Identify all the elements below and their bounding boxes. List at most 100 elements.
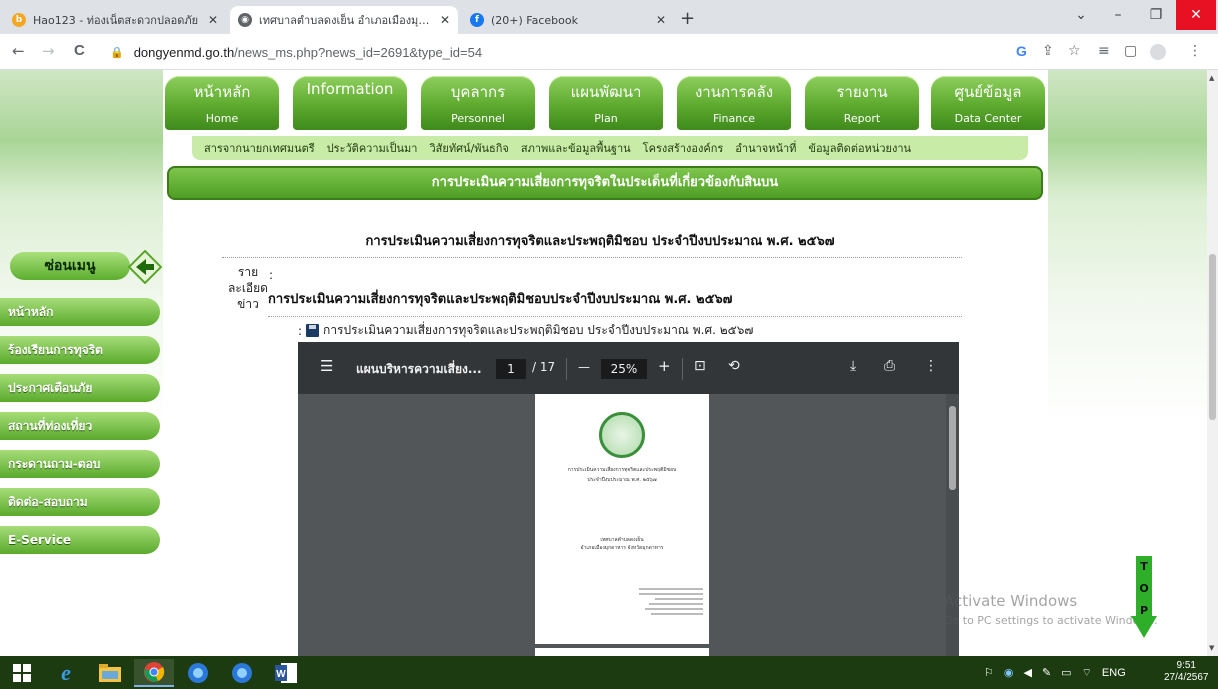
nav-personnel[interactable]: บุคลากร Personnel — [421, 76, 535, 130]
browser-app-icon[interactable] — [178, 659, 218, 687]
subnav-mayor-message[interactable]: สารจากนายกเทศมนตรี — [204, 139, 315, 157]
site-favicon-icon: ◉ — [238, 13, 252, 27]
nav-sublabel: Home — [205, 112, 239, 125]
new-tab-button[interactable]: + — [680, 8, 695, 29]
left-menu-contact[interactable]: ติดต่อ-สอบถาม — [0, 488, 160, 516]
left-menu-qa-board[interactable]: กระดานถาม-ตอบ — [0, 450, 160, 478]
scroll-down-icon[interactable]: ▼ — [1209, 644, 1214, 652]
share-icon[interactable]: ⇪ — [1042, 43, 1054, 59]
subnav-history[interactable]: ประวัติความเป็นมา — [327, 139, 418, 157]
watermark-line-1: Activate Windows — [944, 592, 1078, 610]
google-icon[interactable]: G — [1016, 43, 1027, 59]
attachment-colon: : — [298, 323, 303, 338]
language-indicator[interactable]: ENG — [1102, 667, 1126, 679]
subnav-basic-info[interactable]: สภาพและข้อมูลพื้นฐาน — [521, 139, 631, 157]
windows-start-icon[interactable] — [2, 659, 42, 687]
left-menu-tourism[interactable]: สถานที่ท่องเที่ยว — [0, 412, 160, 440]
nav-label: งานการคลัง — [694, 83, 774, 101]
close-window-button[interactable]: ✕ — [1176, 0, 1216, 30]
rotate-icon[interactable]: ⟲ — [728, 358, 740, 374]
nav-sublabel: Report — [843, 112, 881, 125]
clock-time: 9:51 — [1176, 660, 1196, 671]
pdf-zoom-out-button[interactable]: — — [578, 360, 590, 374]
print-icon[interactable]: ⎙ — [884, 358, 895, 374]
windows-taskbar: e W ⚐ ◉ ◀ ✎ ▭ ⌔ ENG 9:51 27/4/2567 — [0, 656, 1218, 689]
attachment-link[interactable]: การประเมินความเสี่ยงการทุจริตและประพฤติม… — [323, 321, 753, 340]
tab-facebook[interactable]: f (20+) Facebook ✕ — [462, 6, 674, 34]
file-explorer-icon[interactable] — [90, 659, 130, 687]
subnav-contact[interactable]: ข้อมูลติดต่อหน่วยงาน — [808, 139, 911, 157]
save-file-icon[interactable] — [306, 324, 320, 337]
network-icon[interactable]: ◉ — [1004, 666, 1014, 679]
nav-finance[interactable]: งานการคลัง Finance — [677, 76, 791, 130]
divider — [268, 316, 962, 317]
wifi-icon[interactable]: ⌔ — [1082, 666, 1092, 680]
subnav-authority[interactable]: อำนาจหน้าที่ — [735, 139, 796, 157]
reload-button[interactable]: C — [74, 42, 85, 59]
nav-data-center[interactable]: ศูนย์ข้อมูล Data Center — [931, 76, 1045, 130]
subnav-structure[interactable]: โครงสร้างองค์กร — [643, 139, 724, 157]
reading-list-icon[interactable]: ≡ — [1098, 43, 1110, 59]
pdf-scroll-thumb[interactable] — [949, 406, 956, 490]
tab-search-icon[interactable]: ⌄ — [1066, 0, 1096, 30]
lock-icon: 🔒 — [110, 46, 124, 59]
system-clock[interactable]: 9:51 27/4/2567 — [1164, 660, 1209, 684]
flag-icon[interactable]: ⚐ — [984, 666, 994, 679]
activate-windows-watermark: Activate Windows Go to PC settings to ac… — [944, 592, 1158, 627]
word-icon[interactable]: W — [266, 659, 306, 687]
sub-nav: สารจากนายกเทศมนตรี ประวัติความเป็นมา วิส… — [192, 136, 1028, 160]
chrome-icon[interactable] — [134, 659, 174, 687]
nav-sublabel: Data Center — [954, 112, 1022, 125]
tab-hao123[interactable]: b Hao123 - ท่องเน็ตสะดวกปลอดภัย ✕ — [4, 6, 226, 34]
fit-page-icon[interactable]: ⊡ — [694, 358, 706, 374]
chat-icon[interactable]: ▭ — [1061, 666, 1071, 679]
pdf-page-total: / 17 — [532, 360, 556, 374]
nav-label: Information — [306, 80, 394, 98]
attachment-row: : การประเมินความเสี่ยงการทุจริตและประพฤต… — [298, 321, 753, 340]
address-bar[interactable]: 🔒 dongyenmd.go.th /news_ms.php?news_id=2… — [110, 39, 1010, 65]
left-menu-alert[interactable]: ประกาศเตือนภัย — [0, 374, 160, 402]
internet-explorer-icon[interactable]: e — [46, 659, 86, 687]
page-scroll-thumb[interactable] — [1209, 254, 1216, 420]
detail-label: รายละเอียดข่าว — [228, 265, 268, 311]
nav-label: แผนพัฒนา — [570, 83, 642, 101]
divider — [222, 257, 962, 258]
close-tab-icon[interactable]: ✕ — [656, 13, 666, 27]
pdf-menu-icon[interactable]: ☰ — [320, 357, 333, 375]
left-menu-complaint[interactable]: ร้องเรียนการทุจริต — [0, 336, 160, 364]
nav-sublabel: Finance — [712, 112, 756, 125]
pdf-zoom-in-button[interactable]: + — [658, 357, 671, 375]
hide-menu-toggle[interactable]: ซ่อนเมนู — [10, 250, 162, 284]
minimize-button[interactable]: – — [1098, 0, 1138, 30]
pdf-more-icon[interactable]: ⋮ — [924, 358, 938, 374]
side-panel-icon[interactable]: ▢ — [1124, 43, 1137, 59]
browser-toolbar: ← → C 🔒 dongyenmd.go.th /news_ms.php?new… — [0, 34, 1218, 70]
menu-kebab-icon[interactable]: ⋮ — [1188, 43, 1202, 59]
bookmark-star-icon[interactable]: ☆ — [1068, 43, 1081, 59]
pdf-viewer[interactable]: ☰ แผนบริหารความเสี่ยง... 1 / 17 — 25% + … — [298, 342, 959, 656]
close-tab-icon[interactable]: ✕ — [440, 13, 450, 27]
nav-report[interactable]: รายงาน Report — [805, 76, 919, 130]
pdf-toolbar: ☰ แผนบริหารความเสี่ยง... 1 / 17 — 25% + … — [298, 342, 959, 394]
profile-avatar-icon[interactable] — [1150, 44, 1166, 60]
pdf-page-input[interactable]: 1 — [496, 359, 526, 379]
back-to-top-button[interactable]: T O P — [1131, 556, 1157, 638]
download-icon[interactable]: ⤓ — [850, 358, 856, 374]
browser-app-2-icon[interactable] — [222, 659, 262, 687]
subnav-vision[interactable]: วิสัยทัศน์/พันธกิจ — [429, 139, 508, 157]
nav-information[interactable]: Information — [293, 76, 407, 130]
pen-icon[interactable]: ✎ — [1042, 666, 1051, 679]
tab-dongyen[interactable]: ◉ เทศบาลตำบลดงเย็น อำเภอเมืองมุกดาห ✕ — [230, 6, 458, 34]
close-tab-icon[interactable]: ✕ — [208, 13, 218, 27]
left-menu-eservice[interactable]: E-Service — [0, 526, 160, 554]
nav-home[interactable]: หน้าหลัก Home — [165, 76, 279, 130]
back-button[interactable]: ← — [12, 42, 25, 60]
scroll-up-icon[interactable]: ▲ — [1209, 74, 1214, 82]
nav-plan[interactable]: แผนพัฒนา Plan — [549, 76, 663, 130]
volume-icon[interactable]: ◀ — [1023, 666, 1031, 679]
pdf-zoom-input[interactable]: 25% — [601, 359, 647, 379]
forward-button[interactable]: → — [42, 42, 55, 60]
left-menu-home[interactable]: หน้าหลัก — [0, 298, 160, 326]
page-scrollbar[interactable]: ▲ ▼ — [1207, 70, 1218, 656]
restore-button[interactable]: ❐ — [1138, 0, 1174, 30]
